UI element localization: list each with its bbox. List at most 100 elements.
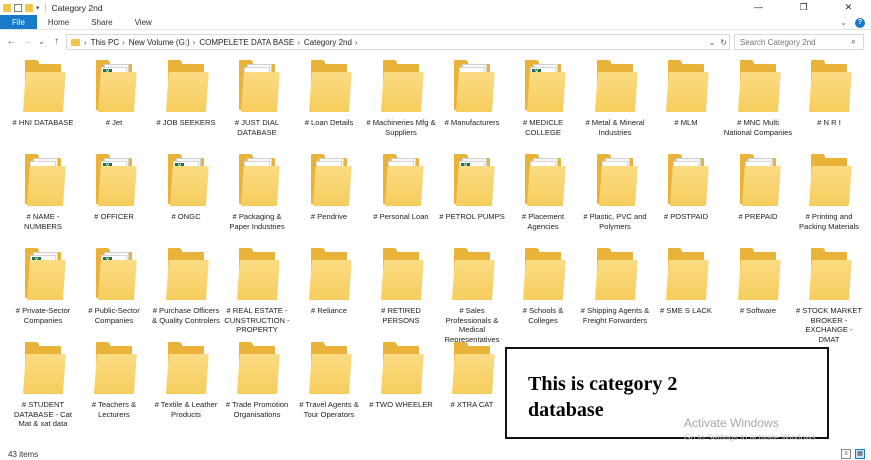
- large-icons-view-icon[interactable]: ▦: [855, 449, 865, 459]
- folder-icon: [738, 154, 781, 206]
- folder-item[interactable]: # TWO WHEELER: [366, 334, 436, 410]
- folder-item[interactable]: # Machineries Mfg & Suppliers: [366, 52, 436, 137]
- status-bar: 43 items ≡ ▦: [0, 449, 871, 460]
- view-switcher: ≡ ▦: [841, 449, 865, 459]
- folder-item[interactable]: # Loan Details: [294, 52, 364, 128]
- help-icon[interactable]: ?: [855, 17, 865, 28]
- folder-item[interactable]: # Software: [723, 240, 793, 316]
- maximize-button[interactable]: ❐: [781, 0, 826, 15]
- folder-item[interactable]: # STOCK MARKET BROKER - EXCHANGE - DMAT: [794, 240, 864, 344]
- details-view-icon[interactable]: ≡: [841, 449, 851, 459]
- back-button[interactable]: ←: [4, 36, 19, 47]
- title-bar: ▾ Category 2nd — ❐ ✕: [0, 0, 871, 15]
- folder-item[interactable]: # Plastic, PVC and Polymers: [580, 146, 650, 231]
- folder-name: # MLM: [674, 118, 698, 127]
- folder-icon: [237, 248, 280, 300]
- folder-name: # POSTPAID: [663, 212, 709, 221]
- crumb-separator[interactable]: ›: [193, 38, 196, 47]
- folder-icon: [309, 154, 352, 206]
- breadcrumb-compelete-data-base[interactable]: COMPELETE DATA BASE: [199, 38, 294, 47]
- folder-item[interactable]: X # Jet: [79, 52, 149, 128]
- folder-item[interactable]: # Teachers & Lecturers: [79, 334, 149, 419]
- folder-item[interactable]: # Reliance: [294, 240, 364, 316]
- close-button[interactable]: ✕: [826, 0, 871, 15]
- refresh-icon[interactable]: ↻: [720, 38, 727, 47]
- folder-item[interactable]: # Shipping Agents & Freight Forwarders: [580, 240, 650, 325]
- tab-view[interactable]: View: [124, 15, 163, 29]
- folder-name: # JUST DIAL DATABASE: [234, 118, 280, 137]
- folder-icon: [666, 154, 709, 206]
- folder-item[interactable]: # Sales Professionals & Medical Represen…: [437, 240, 507, 344]
- crumb-separator[interactable]: ›: [122, 38, 125, 47]
- folder-item[interactable]: # PREPAID: [723, 146, 793, 222]
- qat-divider: [44, 3, 46, 12]
- folder-item[interactable]: # MNC Multi National Companies: [723, 52, 793, 137]
- folder-item[interactable]: X # OFFICER: [79, 146, 149, 222]
- folder-item[interactable]: # Schools & Colleges: [508, 240, 578, 325]
- minimize-button[interactable]: —: [736, 0, 781, 15]
- search-input[interactable]: [734, 34, 864, 50]
- folder-item[interactable]: # Placement Agencies: [508, 146, 578, 231]
- address-bar[interactable]: › This PC › New Volume (G:) › COMPELETE …: [66, 34, 730, 50]
- tab-share[interactable]: Share: [80, 15, 123, 29]
- tab-file[interactable]: File: [0, 15, 37, 29]
- folder-icon: [523, 248, 566, 300]
- folder-item[interactable]: # Textile & Leather Products: [151, 334, 221, 419]
- activation-watermark-subtitle: Go to Settings to activate Windows.: [684, 432, 819, 442]
- folder-item[interactable]: X # PETROL PUMPS: [437, 146, 507, 222]
- folder-item[interactable]: X # ONGC: [151, 146, 221, 222]
- folder-item[interactable]: # JUST DIAL DATABASE: [222, 52, 292, 137]
- navigation-bar: ← → ⌄ ↑ › This PC › New Volume (G:) › CO…: [0, 32, 871, 51]
- tab-home[interactable]: Home: [37, 15, 80, 29]
- folder-item[interactable]: # RETIRED PERSONS: [366, 240, 436, 325]
- folder-item[interactable]: # HNI DATABASE: [8, 52, 78, 128]
- folder-item[interactable]: # Trade Promotion Organisations: [222, 334, 292, 419]
- folder-name: # STUDENT DATABASE - Cat Mat & xat data: [14, 400, 72, 429]
- folder-name: # Printing and Packing Materials: [799, 212, 859, 231]
- folder-item[interactable]: # Packaging & Paper Industries: [222, 146, 292, 231]
- folder-item[interactable]: # Printing and Packing Materials: [794, 146, 864, 231]
- crumb-separator[interactable]: ›: [84, 38, 87, 47]
- folder-item[interactable]: # Pendrive: [294, 146, 364, 222]
- folder-icon: [94, 342, 137, 394]
- folder-item[interactable]: # Personal Loan: [366, 146, 436, 222]
- folder-icon[interactable]: [3, 3, 11, 12]
- crumb-separator[interactable]: ›: [297, 38, 300, 47]
- folder-item[interactable]: # NAME - NUMBERS: [8, 146, 78, 231]
- folder-icon: [166, 60, 209, 112]
- breadcrumb-category-2nd[interactable]: Category 2nd: [304, 38, 352, 47]
- folder-item[interactable]: # Metal & Mineral Industries: [580, 52, 650, 137]
- address-bar-actions: ⌄ ↻: [709, 35, 727, 49]
- folder-item[interactable]: # Manufacturers: [437, 52, 507, 128]
- folder-item[interactable]: X # Public-Sector Companies: [79, 240, 149, 325]
- up-button[interactable]: ↑: [49, 36, 64, 47]
- customize-qat-icon[interactable]: ▾: [36, 4, 40, 12]
- folder-item[interactable]: # JOB SEEKERS: [151, 52, 221, 128]
- new-folder-icon[interactable]: [25, 3, 33, 12]
- folder-icon: [809, 154, 852, 206]
- folder-item[interactable]: # STUDENT DATABASE - Cat Mat & xat data: [8, 334, 78, 429]
- folder-item[interactable]: # N R I: [794, 52, 864, 128]
- folder-item[interactable]: # Purchase Officers & Quality Controlers: [151, 240, 221, 325]
- recent-locations-button[interactable]: ⌄: [34, 37, 49, 46]
- folder-item[interactable]: X # Private-Sector Companies: [8, 240, 78, 325]
- expand-ribbon-icon[interactable]: ⌄: [840, 18, 847, 27]
- folder-name: # Manufacturers: [444, 118, 500, 127]
- forward-button[interactable]: →: [19, 36, 34, 47]
- folder-item[interactable]: # REAL ESTATE - CUNSTRUCTION - PROPERTY: [222, 240, 292, 335]
- breadcrumb-new-volume[interactable]: New Volume (G:): [129, 38, 190, 47]
- chevron-down-icon[interactable]: ⌄: [709, 38, 716, 47]
- folder-item[interactable]: # SME S LACK: [651, 240, 721, 316]
- folder-item[interactable]: # Travel Agents & Tour Operators: [294, 334, 364, 419]
- folder-item[interactable]: # MLM: [651, 52, 721, 128]
- folder-icon: [809, 248, 852, 300]
- folder-item[interactable]: # XTRA CAT: [437, 334, 507, 410]
- breadcrumb-this-pc[interactable]: This PC: [91, 38, 119, 47]
- folder-item[interactable]: X # MEDICLE COLLEGE: [508, 52, 578, 137]
- properties-icon[interactable]: [14, 3, 22, 12]
- crumb-separator[interactable]: ›: [355, 38, 358, 47]
- search-icon[interactable]: ⌕: [851, 36, 856, 47]
- folder-item[interactable]: # POSTPAID: [651, 146, 721, 222]
- item-count: 43 items: [8, 450, 39, 459]
- folder-icon: [381, 248, 424, 300]
